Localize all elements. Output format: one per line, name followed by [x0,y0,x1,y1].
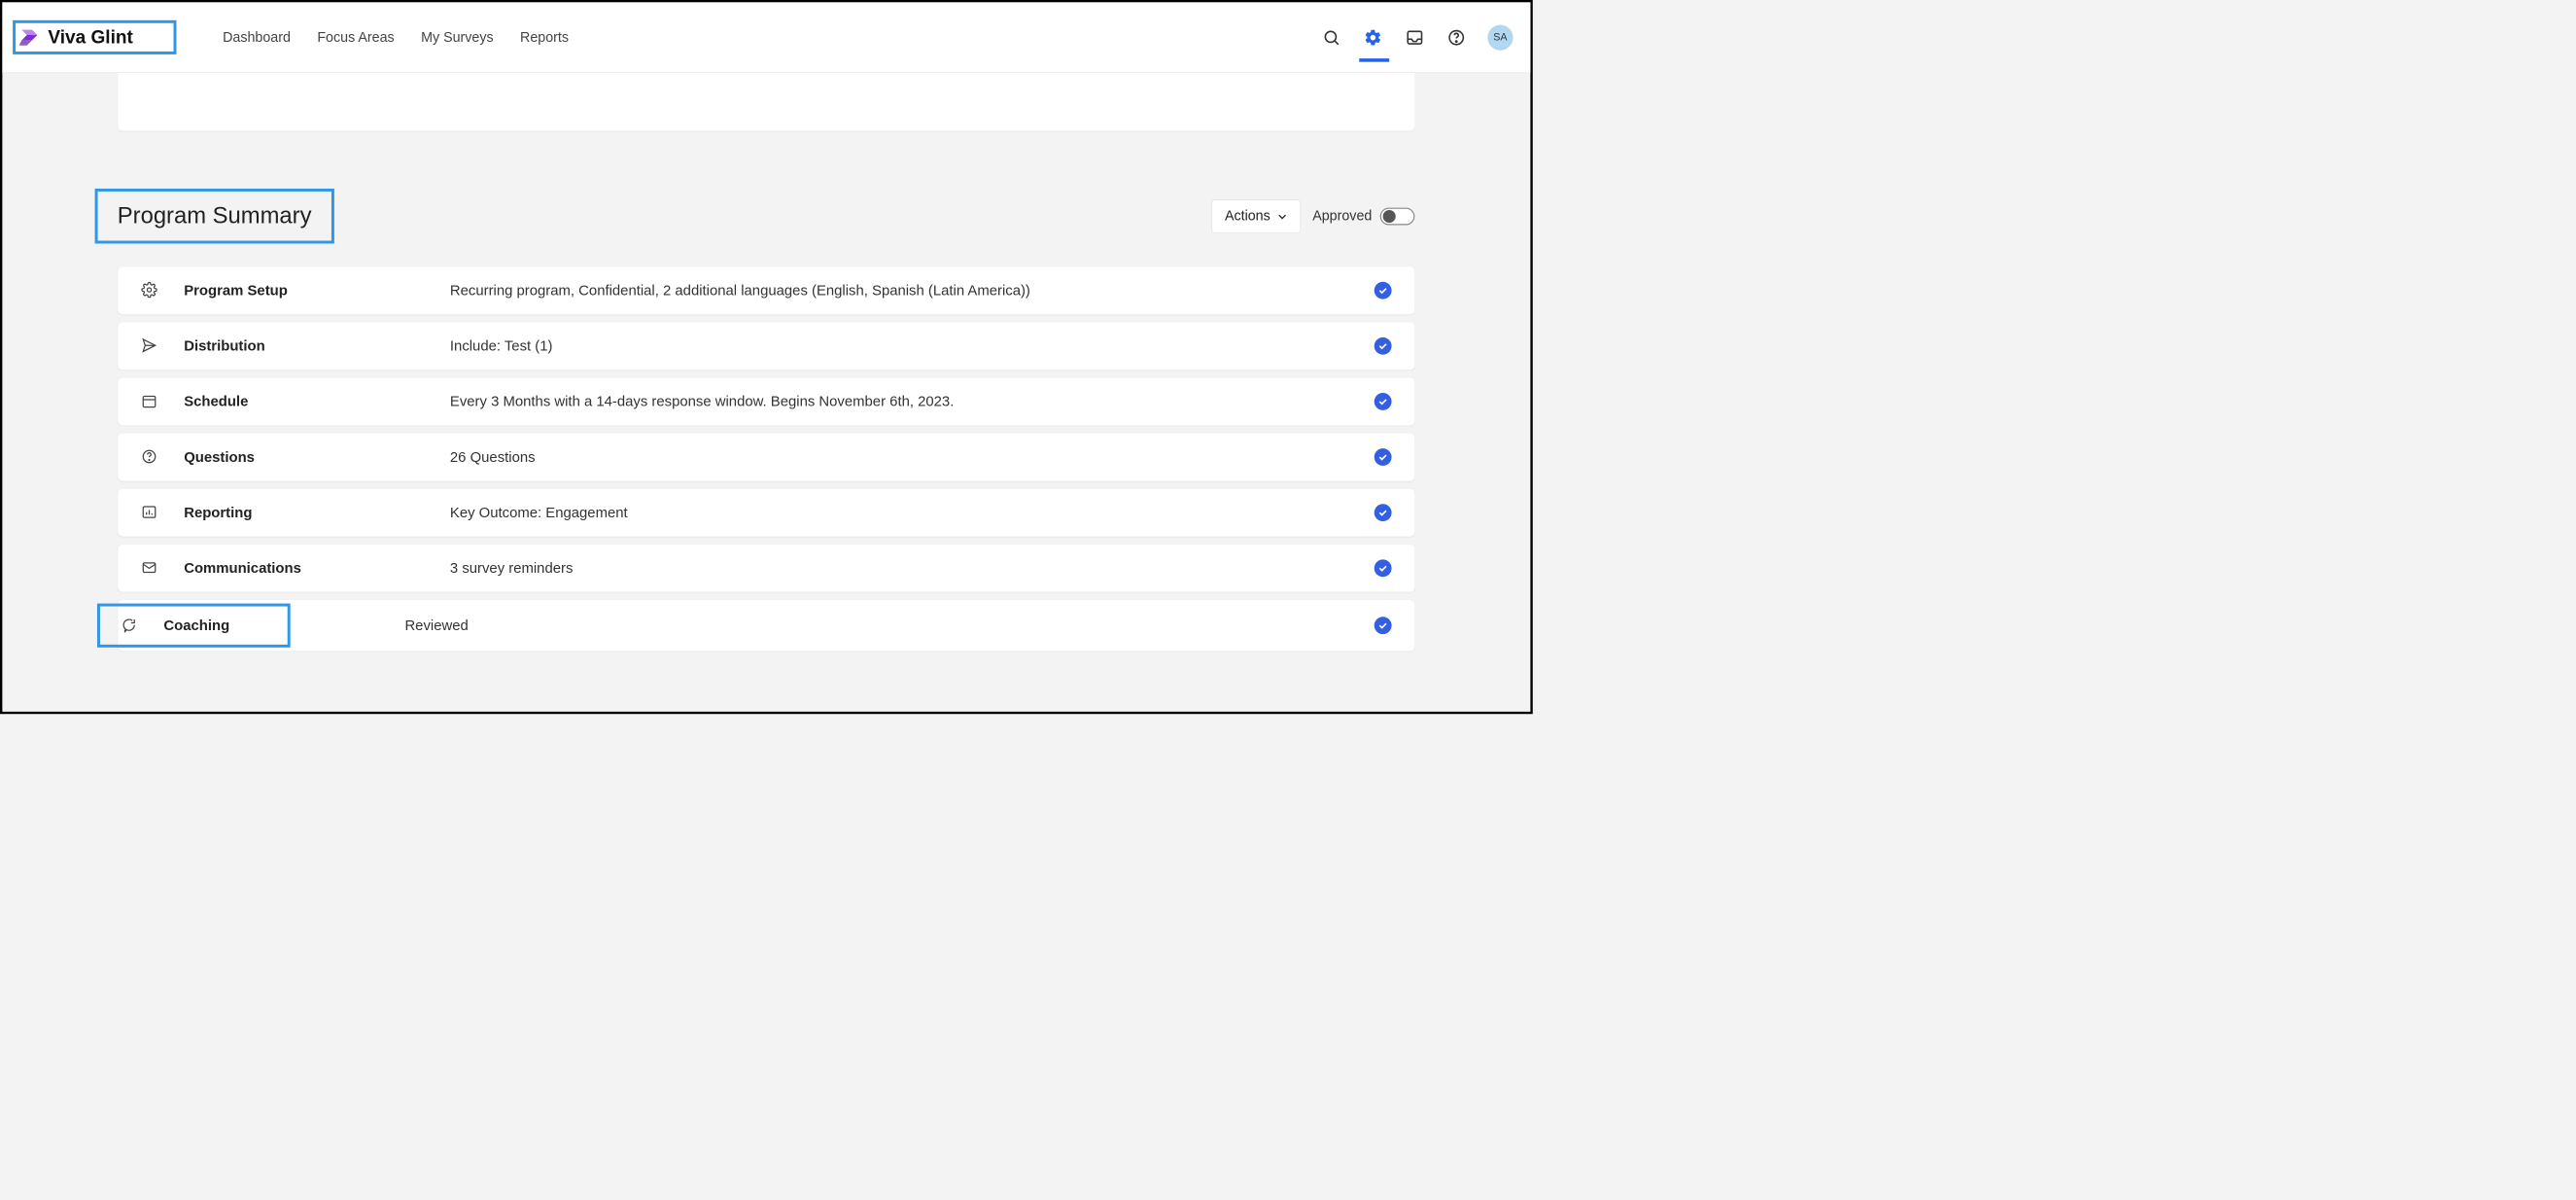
nav-dashboard[interactable]: Dashboard [223,29,291,46]
check-complete-icon [1375,282,1392,300]
help-icon[interactable] [1446,27,1467,48]
row-label: Coaching [163,618,229,634]
nav-links: Dashboard Focus Areas My Surveys Reports [223,29,569,46]
row-label: Communications [184,560,450,577]
row-desc: Recurring program, Confidential, 2 addit… [450,282,1363,299]
send-icon [141,337,158,355]
row-schedule[interactable]: Schedule Every 3 Months with a 14-days r… [118,378,1414,426]
top-icons: SA [1321,24,1514,50]
previous-card-tail [118,73,1414,131]
check-complete-icon [1375,393,1392,410]
row-desc: Key Outcome: Engagement [450,505,1363,521]
row-desc: Reviewed [404,618,1362,634]
check-complete-icon [1375,337,1392,355]
row-label: Questions [184,448,450,465]
gear-icon [141,282,158,300]
nav-focus-areas[interactable]: Focus Areas [317,29,394,46]
row-communications[interactable]: Communications 3 survey reminders [118,545,1414,592]
coaching-highlight: Coaching [97,604,291,648]
approved-toggle[interactable] [1380,207,1415,225]
settings-gear-icon[interactable] [1363,27,1383,48]
row-program-setup[interactable]: Program Setup Recurring program, Confide… [118,266,1414,314]
chat-icon [121,617,138,634]
row-desc: 26 Questions [450,448,1363,465]
calendar-icon [141,393,158,410]
avatar-initials: SA [1493,31,1507,43]
inbox-icon[interactable] [1405,27,1425,48]
row-desc: Include: Test (1) [450,337,1363,354]
actions-label: Actions [1225,208,1271,225]
content-area: Program Summary Actions Approved Program… [2,73,1530,651]
nav-reports[interactable]: Reports [520,29,569,46]
check-complete-icon [1375,617,1392,634]
avatar[interactable]: SA [1487,24,1513,50]
check-complete-icon [1375,559,1392,577]
top-bar: Viva Glint Dashboard Focus Areas My Surv… [2,2,1530,73]
viva-glint-logo-icon [19,27,40,48]
row-label: Reporting [184,505,450,521]
row-label: Schedule [184,393,450,409]
section-header: Program Summary Actions Approved [118,189,1414,244]
row-coaching[interactable]: Coaching Reviewed [118,600,1414,651]
check-complete-icon [1375,504,1392,521]
row-reporting[interactable]: Reporting Key Outcome: Engagement [118,489,1414,537]
section-title-highlight: Program Summary [95,189,334,244]
row-distribution[interactable]: Distribution Include: Test (1) [118,322,1414,370]
brand-name: Viva Glint [48,26,132,48]
actions-button[interactable]: Actions [1211,199,1301,233]
approved-label: Approved [1312,208,1372,225]
nav-my-surveys[interactable]: My Surveys [421,29,494,46]
question-icon [141,448,158,466]
bar-chart-icon [141,504,158,521]
row-label: Distribution [184,337,450,354]
row-questions[interactable]: Questions 26 Questions [118,434,1414,481]
row-desc: 3 survey reminders [450,560,1363,577]
brand-highlight: Viva Glint [13,20,176,54]
check-complete-icon [1375,448,1392,466]
section-title: Program Summary [118,203,312,229]
summary-rows: Program Setup Recurring program, Confide… [118,266,1414,651]
row-desc: Every 3 Months with a 14-days response w… [450,393,1363,409]
chevron-down-icon [1277,211,1288,222]
mail-icon [141,559,158,577]
search-icon[interactable] [1321,27,1341,48]
row-label: Program Setup [184,282,450,299]
